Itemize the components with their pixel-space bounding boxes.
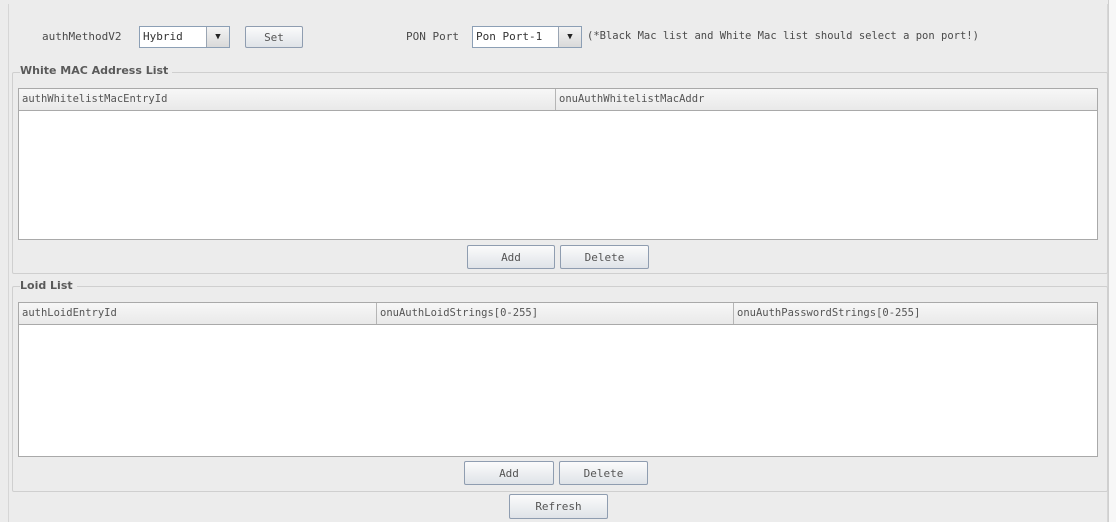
white-mac-table[interactable]: authWhitelistMacEntryId onuAuthWhitelist… — [18, 88, 1098, 240]
pon-port-select[interactable]: Pon Port-1 ▼ — [472, 26, 582, 48]
loid-table-header: authLoidEntryId onuAuthLoidStrings[0-255… — [19, 303, 1097, 325]
set-button[interactable]: Set — [245, 26, 303, 48]
white-mac-table-header: authWhitelistMacEntryId onuAuthWhitelist… — [19, 89, 1097, 111]
column-header[interactable]: onuAuthLoidStrings[0-255] — [377, 303, 734, 324]
refresh-button[interactable]: Refresh — [509, 494, 608, 519]
auth-method-value: Hybrid — [143, 30, 183, 43]
column-header[interactable]: onuAuthWhitelistMacAddr — [556, 89, 1097, 110]
chevron-down-icon[interactable]: ▼ — [206, 27, 229, 47]
window-edge — [1108, 0, 1116, 522]
loid-add-button[interactable]: Add — [464, 461, 554, 485]
column-header[interactable]: authLoidEntryId — [19, 303, 377, 324]
auth-method-select[interactable]: Hybrid ▼ — [139, 26, 230, 48]
column-header[interactable]: onuAuthPasswordStrings[0-255] — [734, 303, 1097, 324]
column-header[interactable]: authWhitelistMacEntryId — [19, 89, 556, 110]
loid-title: Loid List — [20, 279, 77, 292]
white-add-button[interactable]: Add — [467, 245, 555, 269]
pon-port-value: Pon Port-1 — [476, 30, 543, 43]
auth-method-label: authMethodV2 — [42, 30, 122, 43]
white-delete-button[interactable]: Delete — [560, 245, 649, 269]
loid-table[interactable]: authLoidEntryId onuAuthLoidStrings[0-255… — [18, 302, 1098, 457]
pon-port-label: PON Port — [406, 30, 459, 43]
chevron-down-icon[interactable]: ▼ — [558, 27, 581, 47]
white-mac-title: White MAC Address List — [20, 64, 173, 77]
pon-port-note: (*Black Mac list and White Mac list shou… — [587, 30, 979, 42]
loid-delete-button[interactable]: Delete — [559, 461, 648, 485]
